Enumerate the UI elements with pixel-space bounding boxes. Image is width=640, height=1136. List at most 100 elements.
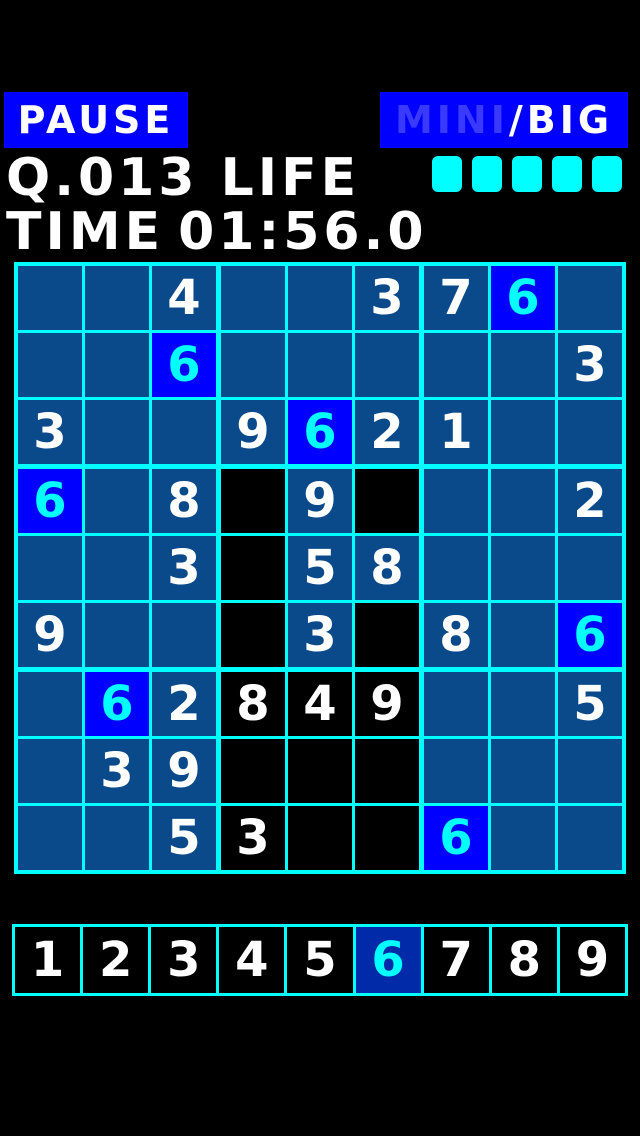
board-cell[interactable] (221, 266, 285, 330)
board-cell[interactable]: 6 (491, 266, 555, 330)
board-cell[interactable]: 6 (85, 672, 149, 736)
board-cell[interactable] (558, 806, 622, 870)
board-cell[interactable] (288, 266, 352, 330)
board-cell[interactable] (18, 266, 82, 330)
board-cell[interactable]: 2 (558, 469, 622, 533)
number-key-1[interactable]: 1 (15, 927, 81, 993)
number-key-6[interactable]: 6 (355, 927, 421, 993)
board-cell[interactable] (491, 739, 555, 803)
board-cell[interactable]: 1 (424, 400, 488, 464)
board-cell[interactable] (221, 469, 285, 533)
board-cell[interactable] (424, 536, 488, 600)
board-cell[interactable]: 6 (288, 400, 352, 464)
board-cell[interactable] (424, 739, 488, 803)
number-key-2[interactable]: 2 (83, 927, 149, 993)
number-key-9[interactable]: 9 (559, 927, 625, 993)
board-cell[interactable] (424, 469, 488, 533)
board-cell[interactable]: 2 (355, 400, 419, 464)
board-cell[interactable] (85, 266, 149, 330)
board-cell[interactable] (221, 739, 285, 803)
mini-label: MINI (394, 98, 509, 142)
board-cell[interactable]: 3 (221, 806, 285, 870)
board-cell[interactable] (558, 266, 622, 330)
number-key-8[interactable]: 8 (491, 927, 557, 993)
board-cell[interactable]: 7 (424, 266, 488, 330)
board-cell[interactable] (18, 333, 82, 397)
life-block (552, 156, 582, 192)
board-cell[interactable]: 8 (424, 603, 488, 667)
board-cell[interactable]: 9 (18, 603, 82, 667)
board-cell[interactable] (85, 333, 149, 397)
board-cell[interactable] (491, 469, 555, 533)
board-cell[interactable] (355, 333, 419, 397)
board-cell[interactable] (152, 400, 216, 464)
board-cell[interactable]: 9 (288, 469, 352, 533)
board-cell[interactable] (491, 672, 555, 736)
board-cell[interactable]: 5 (152, 806, 216, 870)
board-cell[interactable] (355, 806, 419, 870)
board-cell[interactable]: 3 (558, 333, 622, 397)
board-cell[interactable] (491, 333, 555, 397)
board-cell[interactable] (424, 672, 488, 736)
board-cell[interactable] (491, 536, 555, 600)
board-cell[interactable] (18, 536, 82, 600)
board-cell[interactable]: 9 (221, 400, 285, 464)
board-cell[interactable] (85, 806, 149, 870)
board-cell[interactable] (221, 536, 285, 600)
board-cell[interactable] (221, 603, 285, 667)
board-cell[interactable] (355, 469, 419, 533)
board-cell[interactable] (152, 603, 216, 667)
board-cell[interactable] (221, 333, 285, 397)
board-cell[interactable] (491, 806, 555, 870)
board-cell[interactable]: 4 (152, 266, 216, 330)
board-cell[interactable] (355, 739, 419, 803)
pause-button[interactable]: PAUSE (4, 92, 188, 148)
board-cell[interactable]: 6 (152, 333, 216, 397)
board-cell[interactable] (288, 739, 352, 803)
board-cell[interactable] (18, 806, 82, 870)
board-cell[interactable]: 6 (18, 469, 82, 533)
board-cell[interactable] (288, 333, 352, 397)
board-cell[interactable]: 6 (424, 806, 488, 870)
board-cell[interactable] (85, 536, 149, 600)
board-cell[interactable]: 3 (85, 739, 149, 803)
board-cell[interactable]: 4 (288, 672, 352, 736)
number-key-7[interactable]: 7 (423, 927, 489, 993)
board-cell[interactable]: 8 (152, 469, 216, 533)
board-cell[interactable] (558, 400, 622, 464)
board-cell[interactable]: 6 (558, 603, 622, 667)
board-cell[interactable] (558, 536, 622, 600)
board-cell[interactable]: 5 (288, 536, 352, 600)
board-cell[interactable]: 2 (152, 672, 216, 736)
board-cell[interactable]: 9 (152, 739, 216, 803)
sudoku-board: 437663396216892358938662849539536 (14, 262, 626, 874)
board-cell[interactable] (424, 333, 488, 397)
number-pad: 123456789 (12, 924, 628, 996)
board-cell[interactable] (18, 672, 82, 736)
board-cell[interactable]: 9 (355, 672, 419, 736)
board-cell[interactable] (491, 400, 555, 464)
board-cell[interactable] (288, 806, 352, 870)
board-cell[interactable]: 3 (152, 536, 216, 600)
board-cell[interactable]: 8 (221, 672, 285, 736)
board-cell[interactable] (85, 400, 149, 464)
board-cell[interactable]: 3 (288, 603, 352, 667)
board-cell[interactable]: 8 (355, 536, 419, 600)
number-key-5[interactable]: 5 (287, 927, 353, 993)
time-line: TIME 01:56.0 (6, 206, 428, 258)
board-cell[interactable]: 5 (558, 672, 622, 736)
board-cell[interactable] (85, 469, 149, 533)
board-cell[interactable] (85, 603, 149, 667)
life-block (592, 156, 622, 192)
board-cell[interactable] (18, 739, 82, 803)
number-key-4[interactable]: 4 (219, 927, 285, 993)
life-block (432, 156, 462, 192)
mini-big-toggle[interactable]: MINI / BIG (380, 92, 628, 148)
board-cell[interactable]: 3 (18, 400, 82, 464)
number-key-3[interactable]: 3 (151, 927, 217, 993)
slash-label: / (508, 98, 527, 142)
board-cell[interactable] (355, 603, 419, 667)
board-cell[interactable] (558, 739, 622, 803)
board-cell[interactable]: 3 (355, 266, 419, 330)
board-cell[interactable] (491, 603, 555, 667)
